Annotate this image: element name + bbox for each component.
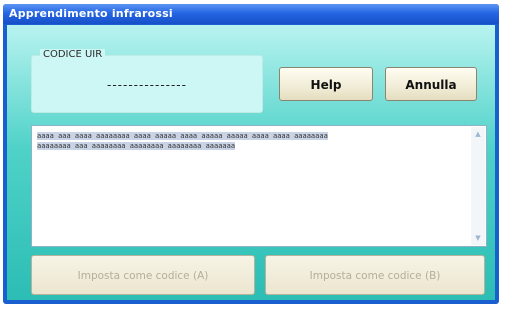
- textarea-scrollbar[interactable]: ▲ ▼: [471, 127, 485, 245]
- window-title: Apprendimento infrarossi: [9, 7, 173, 20]
- cancel-button[interactable]: Annulla: [385, 67, 477, 101]
- set-code-b-button[interactable]: Imposta come codice (B): [265, 255, 485, 295]
- code-value: ---------------: [107, 78, 187, 92]
- code-legend: CODICE UIR: [40, 49, 106, 60]
- set-code-a-button[interactable]: Imposta come codice (A): [31, 255, 255, 295]
- scroll-up-arrow-icon[interactable]: ▲: [473, 129, 483, 139]
- code-groupbox: CODICE UIR ---------------: [31, 49, 263, 113]
- scroll-down-arrow-icon[interactable]: ▼: [473, 233, 483, 243]
- dialog-body: CODICE UIR --------------- Help Annulla …: [7, 25, 495, 300]
- help-button[interactable]: Help: [279, 67, 373, 101]
- ir-code-line: aaaa aaa aaaa aaaaaaaa aaaa aaaaa aaaa a…: [37, 132, 328, 140]
- ir-code-line: aaaaaaaa aaa aaaaaaaa aaaaaaaa aaaaaaaa …: [37, 142, 236, 150]
- ir-code-textarea[interactable]: aaaa aaa aaaa aaaaaaaa aaaa aaaaa aaaa a…: [31, 125, 487, 247]
- ir-code-text: aaaa aaa aaaa aaaaaaaa aaaa aaaaa aaaa a…: [37, 131, 466, 151]
- title-bar[interactable]: Apprendimento infrarossi: [3, 4, 499, 24]
- dialog-window: Apprendimento infrarossi CODICE UIR ----…: [3, 4, 499, 304]
